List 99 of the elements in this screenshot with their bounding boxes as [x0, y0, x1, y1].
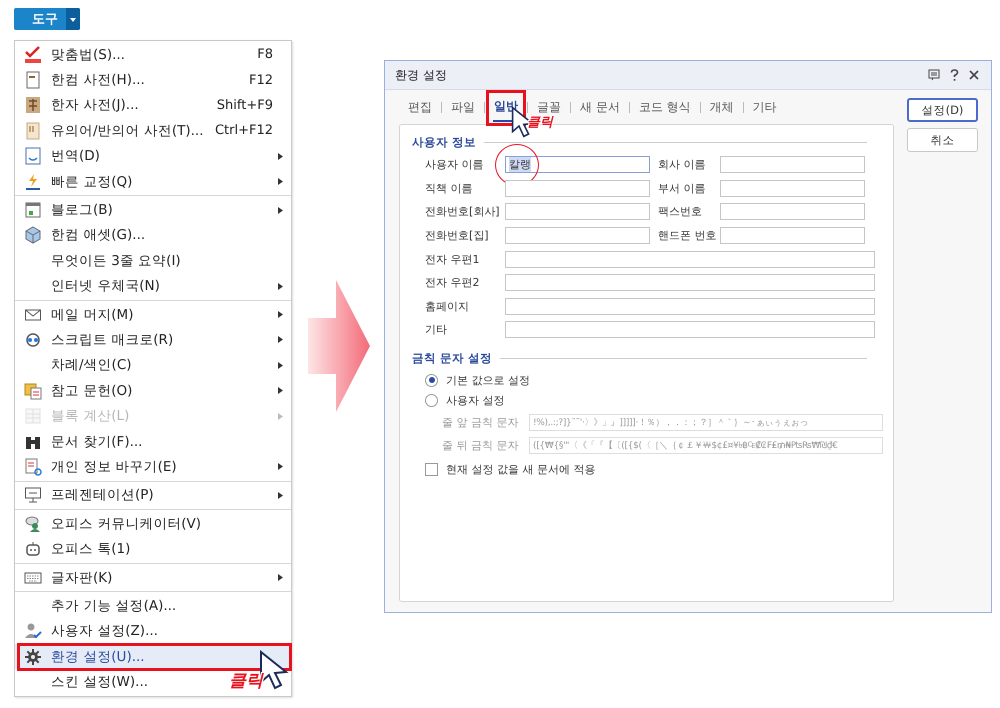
section-title: 금칙 문자 설정: [412, 350, 492, 366]
menu-item[interactable]: 오피스 커뮤니케이터(V): [15, 511, 210, 536]
input-field[interactable]: [505, 227, 650, 244]
menu-item[interactable]: 차례/색인(C): [15, 352, 291, 378]
input-field[interactable]: [505, 250, 875, 268]
spell-check-icon: [24, 46, 42, 64]
dialog-button[interactable]: 설정(D): [907, 98, 978, 122]
submenu-arrow-icon: [278, 178, 283, 186]
radio-label: 기본 값으로 설정: [446, 372, 530, 388]
submenu-arrow-icon: [278, 574, 283, 581]
cube-icon: [24, 226, 42, 244]
menu-item[interactable]: 번역(D): [15, 144, 291, 169]
field-label: 부서 이름: [658, 180, 706, 196]
field-label: 전자 우편1: [425, 252, 480, 267]
tab[interactable]: 편집: [407, 93, 433, 121]
field-label: 줄 앞 금칙 문자: [442, 414, 520, 430]
field-label: 회사 이름: [658, 157, 706, 172]
section-title: 사용자 정보: [412, 135, 476, 150]
field-label: 사용자 이름: [425, 157, 484, 172]
submenu-arrow-icon: [278, 463, 283, 470]
checkbox[interactable]: [425, 462, 438, 476]
tab[interactable]: 개체: [708, 93, 735, 121]
submenu-arrow-icon: [278, 362, 283, 369]
menu-item[interactable]: 맞춤법(S)... F8: [15, 42, 291, 68]
input-field[interactable]: [720, 156, 865, 174]
menu-item[interactable]: 참고 문헌(O): [15, 378, 291, 404]
right-arrow-icon: [308, 280, 370, 412]
input-field[interactable]: 칼랭: [505, 156, 650, 174]
menu-item[interactable]: 글자판(K): [15, 564, 291, 590]
input-field[interactable]: [720, 203, 865, 220]
lightning-icon: [24, 172, 42, 191]
field-label: 팩스번호: [658, 204, 703, 220]
field-label: 직책 이름: [425, 180, 474, 196]
field-label: 핸드폰 번호: [658, 228, 718, 244]
input-field[interactable]: [720, 227, 865, 244]
close-icon[interactable]: [969, 70, 979, 80]
help-icon[interactable]: [950, 69, 959, 81]
submenu-arrow-icon: [278, 412, 283, 420]
documents-icon: [24, 382, 42, 400]
table-icon: [24, 407, 42, 426]
menu-item[interactable]: 스크립트 매크로(R): [15, 327, 291, 353]
menu-item[interactable]: 무엇이든 3줄 요약(I): [15, 248, 189, 274]
submenu-arrow-icon: [278, 492, 283, 499]
menu-item[interactable]: 빠른 교정(Q): [15, 168, 291, 194]
robot-icon: [24, 540, 42, 558]
input-field[interactable]: [505, 298, 875, 315]
dialog-title: 환경 설정: [395, 66, 447, 84]
field-label: 줄 뒤 금칙 문자: [442, 438, 520, 453]
menu-item[interactable]: 메일 머지(M): [15, 302, 291, 328]
user-icon: [24, 622, 42, 640]
menu-item[interactable]: 프레젠테이션(P): [15, 482, 291, 508]
tab[interactable]: 파일: [450, 93, 476, 121]
blog-icon: [24, 201, 42, 220]
input-field[interactable]: [505, 274, 875, 292]
submenu-arrow-icon: [278, 206, 283, 214]
presentation-icon: [24, 486, 42, 504]
input-field[interactable]: [505, 180, 650, 197]
menu-item[interactable]: 추가 기능 설정(A)...: [15, 593, 184, 619]
input-field[interactable]: [505, 321, 875, 338]
submenu-arrow-icon: [278, 336, 283, 344]
menu-item[interactable]: 사용자 설정(Z)...: [15, 618, 166, 644]
field-label: 전화번호[집]: [425, 228, 490, 244]
input-field[interactable]: [505, 203, 650, 220]
field-label: 전자 우편2: [425, 275, 480, 290]
menu-item[interactable]: 오피스 톡(1): [15, 536, 138, 562]
click-label: 클릭: [527, 116, 553, 130]
caret-icon: [66, 8, 80, 30]
radio-button[interactable]: [425, 394, 438, 407]
settings-icon: [24, 648, 42, 666]
tab[interactable]: 새 문서: [579, 93, 621, 121]
field-label: 전화번호[회사]: [425, 204, 501, 220]
tools-menu-button[interactable]: 도구: [14, 8, 80, 30]
book-icon: [24, 96, 42, 114]
radio-button[interactable]: [425, 374, 438, 386]
menu-item[interactable]: 한컴 사전(H)... F12: [15, 67, 291, 93]
field-label: 홈페이지: [425, 298, 470, 314]
menu-item[interactable]: 한컴 애셋(G)...: [15, 222, 154, 248]
field-label: 기타: [425, 322, 448, 338]
menu-item[interactable]: 한자 사전(J)... Shift+F9: [15, 92, 291, 118]
submenu-arrow-icon: [278, 152, 283, 160]
checkbox-label: 현재 설정 값을 새 문서에 적용: [446, 462, 596, 476]
tab[interactable]: 기타: [752, 93, 778, 121]
person-icon: [24, 514, 42, 533]
dialog-button[interactable]: 취소: [907, 128, 978, 152]
menu-item[interactable]: 스킨 설정(W)...: [15, 669, 156, 695]
radio-label: 사용자 설정: [446, 393, 504, 408]
comment-icon[interactable]: [928, 69, 940, 81]
submenu-arrow-icon: [278, 387, 283, 394]
menu-item[interactable]: 인터넷 우체국(N): [15, 274, 291, 299]
submenu-arrow-icon: [278, 311, 283, 318]
menu-item[interactable]: 문서 찾기(F)...: [15, 428, 150, 454]
submenu-arrow-icon: [278, 282, 283, 290]
menu-item[interactable]: 유의어/반의어 사전(T)... Ctrl+F12: [15, 118, 291, 144]
menu-item[interactable]: 블로그(B): [15, 197, 291, 223]
document-icon: [24, 458, 42, 476]
click-label: 클릭: [229, 670, 263, 692]
menu-item[interactable]: 개인 정보 바꾸기(E): [15, 454, 291, 480]
tab[interactable]: 코드 형식: [638, 93, 692, 121]
input-field[interactable]: [720, 180, 865, 197]
